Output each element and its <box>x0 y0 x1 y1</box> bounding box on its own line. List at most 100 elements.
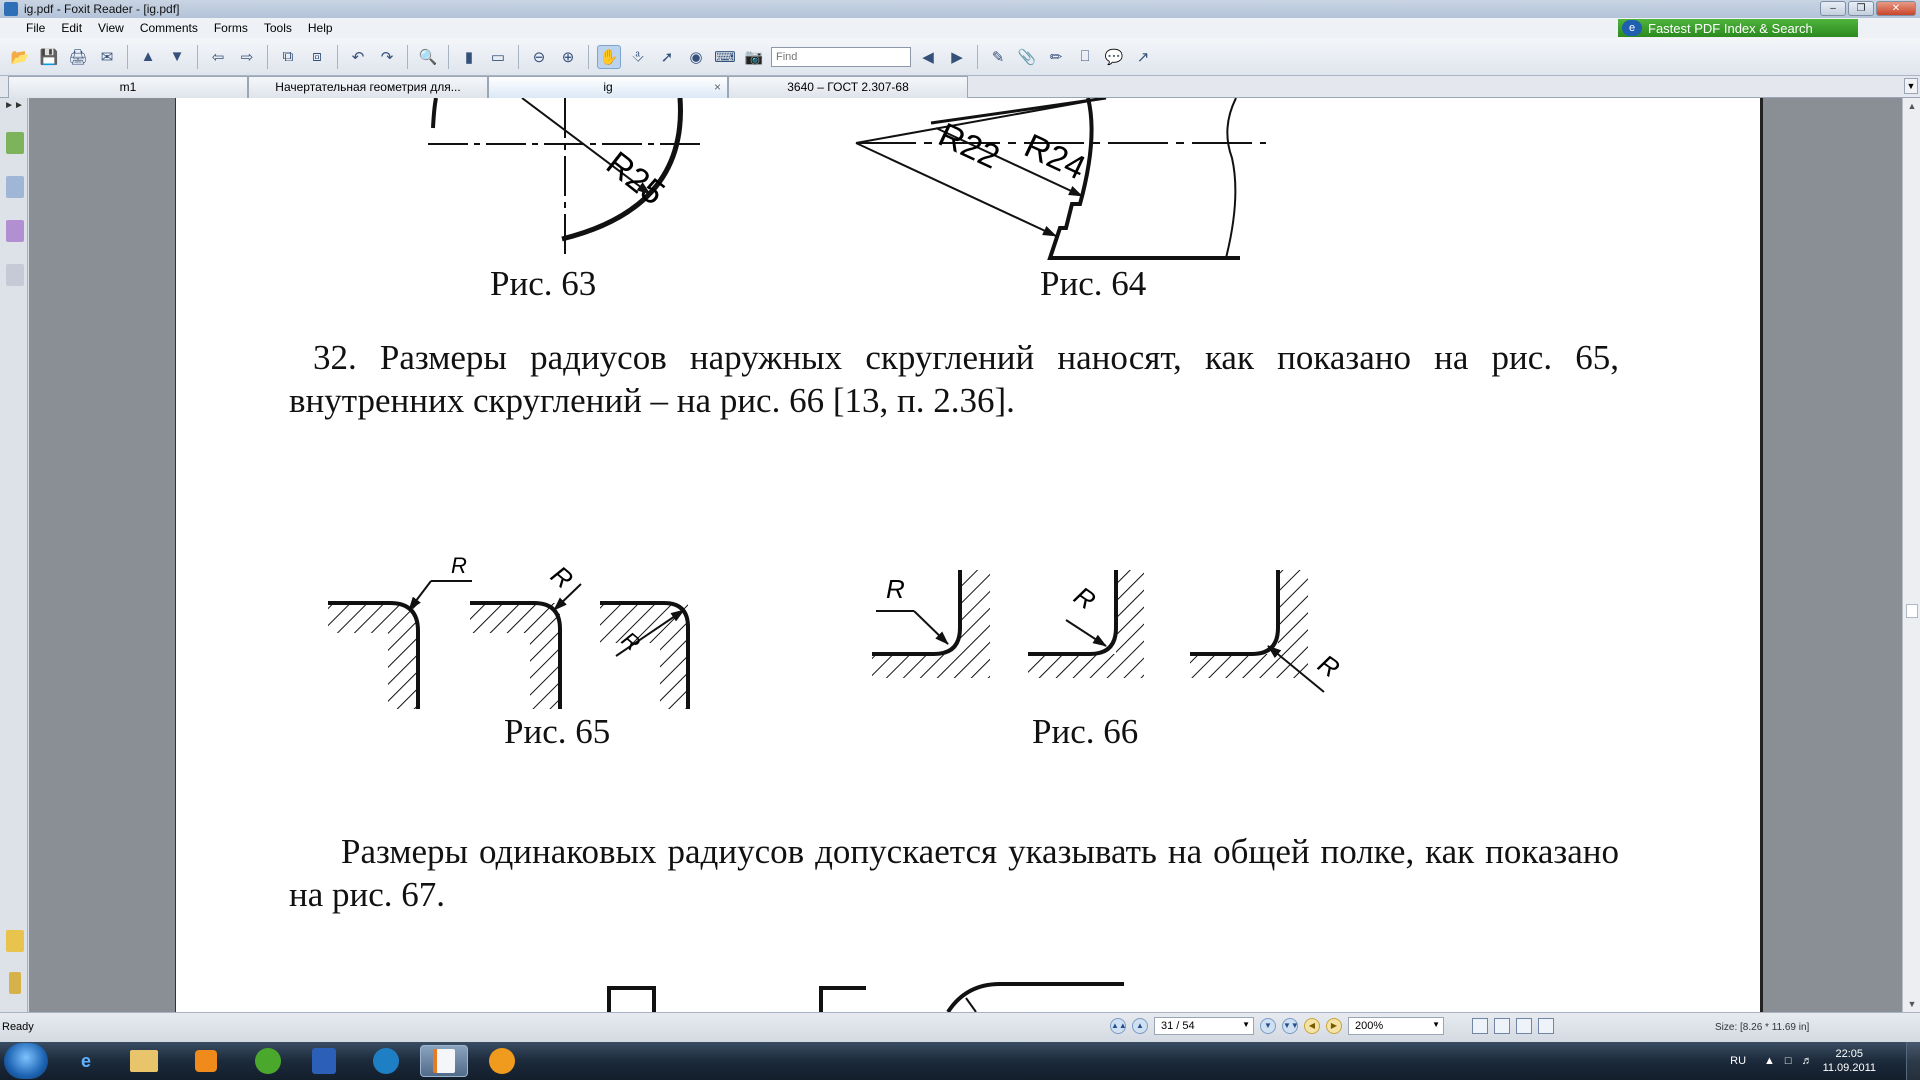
extract-page-icon[interactable]: ⧉ <box>276 45 300 69</box>
bookmarks-icon[interactable] <box>6 132 24 154</box>
comments-panel-icon[interactable] <box>6 930 24 952</box>
fit-width-icon[interactable]: ▮ <box>457 45 481 69</box>
close-button[interactable]: ✕ <box>1876 1 1916 16</box>
snapshot-icon[interactable]: 📷 <box>742 45 766 69</box>
tab-nachertatelnaya[interactable]: Начертательная геометрия для... <box>248 76 488 98</box>
start-button[interactable] <box>4 1043 48 1079</box>
facing-view-icon[interactable] <box>1516 1018 1532 1034</box>
insert-page-icon[interactable]: ⧈ <box>305 45 329 69</box>
utorrent-icon[interactable] <box>244 1045 292 1077</box>
network-icon[interactable]: □ <box>1785 1055 1792 1067</box>
find-input[interactable] <box>771 46 911 67</box>
zoom-level-field[interactable]: 200% ▼ <box>1348 1017 1444 1035</box>
save-icon[interactable]: 💾 <box>37 45 61 69</box>
menu-forms[interactable]: Forms <box>206 21 256 35</box>
foxit-reader-taskbar-icon[interactable] <box>420 1045 468 1077</box>
first-page-icon[interactable]: ▲▲ <box>1110 1018 1127 1034</box>
go-forward-icon[interactable]: ⇨ <box>235 45 259 69</box>
text-box-icon[interactable]: ⎕ <box>1073 45 1097 69</box>
open-folder-icon[interactable]: 📂 <box>8 45 32 69</box>
back-view-icon[interactable]: ◀ <box>1304 1018 1320 1034</box>
comment-tool-icon[interactable]: ✎ <box>986 45 1010 69</box>
find-previous-icon[interactable]: ◀ <box>916 45 940 69</box>
expand-panel-icon[interactable]: ►► <box>0 98 28 114</box>
vertical-scrollbar[interactable]: ▲ ▼ <box>1902 98 1920 1012</box>
prev-page-icon[interactable]: ▲ <box>1132 1018 1148 1034</box>
toolbar-separator <box>127 44 128 69</box>
last-page-icon[interactable]: ▼▼ <box>1282 1018 1299 1034</box>
note-icon[interactable]: 💬 <box>1102 45 1126 69</box>
find-binoculars-icon[interactable]: ◉ <box>684 45 708 69</box>
menu-view[interactable]: View <box>90 21 132 35</box>
volume-icon[interactable]: ♬ <box>1802 1055 1813 1067</box>
media-player-icon[interactable] <box>182 1045 230 1077</box>
zoom-out-icon[interactable]: ⊖ <box>527 45 551 69</box>
label-r-65b: R <box>545 560 579 595</box>
menu-comments[interactable]: Comments <box>132 21 206 35</box>
file-explorer-icon[interactable] <box>120 1045 168 1077</box>
kaspersky-icon[interactable] <box>362 1045 410 1077</box>
text-select-icon[interactable]: ⎀ <box>626 45 650 69</box>
fit-page-icon[interactable]: ▭ <box>486 45 510 69</box>
arrow-tool-icon[interactable]: ↗ <box>1131 45 1155 69</box>
attachments-panel-icon[interactable] <box>9 972 21 994</box>
next-page-status-icon[interactable]: ▼ <box>1260 1018 1276 1034</box>
layers-icon[interactable] <box>6 220 24 242</box>
window-controls: – ❐ ✕ <box>1820 1 1916 16</box>
pencil-tool-icon[interactable]: ✏ <box>1044 45 1068 69</box>
menu-file[interactable]: File <box>0 21 53 35</box>
chevron-down-icon[interactable]: ▼ <box>1432 1020 1440 1029</box>
toolbar-separator <box>588 44 589 69</box>
attachment-tool-icon[interactable]: 📎 <box>1015 45 1039 69</box>
internet-explorer-icon[interactable]: e <box>62 1045 110 1077</box>
foxit-app-icon[interactable] <box>4 2 18 16</box>
tab-list-dropdown[interactable]: ▼ <box>1904 78 1918 94</box>
scrollbar-thumb[interactable] <box>1906 604 1918 618</box>
next-page-icon[interactable]: ▼ <box>165 45 189 69</box>
show-desktop-button[interactable] <box>1906 1042 1920 1080</box>
continuous-facing-view-icon[interactable] <box>1538 1018 1554 1034</box>
tab-m1[interactable]: m1 <box>8 76 248 98</box>
single-page-view-icon[interactable] <box>1472 1018 1488 1034</box>
email-icon[interactable]: ✉ <box>95 45 119 69</box>
scroll-up-icon[interactable]: ▲ <box>1903 98 1920 114</box>
minimize-button[interactable]: – <box>1820 1 1846 16</box>
typewriter-icon[interactable]: ⌨ <box>713 45 737 69</box>
previous-page-icon[interactable]: ▲ <box>136 45 160 69</box>
zoom-tool-icon[interactable]: 🔍 <box>416 45 440 69</box>
menu-edit[interactable]: Edit <box>53 21 90 35</box>
toolbar-separator <box>197 44 198 69</box>
hand-tool-icon[interactable]: ✋ <box>597 44 621 69</box>
tab-gost[interactable]: 3640 – ГОСТ 2.307-68 <box>728 76 968 98</box>
continuous-view-icon[interactable] <box>1494 1018 1510 1034</box>
redo-icon[interactable]: ↷ <box>375 45 399 69</box>
select-arrow-icon[interactable]: ➚ <box>655 45 679 69</box>
tab-ig[interactable]: ig × <box>488 76 728 98</box>
document-view[interactable]: R25 R22 R24 R R R R R R Рис. 63 Рис. 64 … <box>29 98 1902 1012</box>
find-next-icon[interactable]: ▶ <box>945 45 969 69</box>
zoom-in-icon[interactable]: ⊕ <box>556 45 580 69</box>
search-logo-icon: e <box>1622 20 1642 36</box>
page-number-field[interactable]: 31 / 54 ▼ <box>1154 1017 1254 1035</box>
scroll-down-icon[interactable]: ▼ <box>1903 996 1920 1012</box>
signatures-icon[interactable] <box>6 264 24 286</box>
go-back-icon[interactable]: ⇦ <box>206 45 230 69</box>
print-icon[interactable]: 🖨 <box>66 45 90 69</box>
ad-banner[interactable]: e Fastest PDF Index & Search <box>1618 19 1858 37</box>
label-r-66c: R <box>1313 648 1346 683</box>
page-indicator: 31 / 54 <box>1161 1020 1195 1032</box>
menu-bar: File Edit View Comments Forms Tools Help… <box>0 18 1920 38</box>
tray-expand-icon[interactable]: ▲ <box>1764 1055 1775 1067</box>
menu-tools[interactable]: Tools <box>256 21 300 35</box>
language-indicator[interactable]: RU <box>1730 1055 1746 1067</box>
restore-button[interactable]: ❐ <box>1848 1 1874 16</box>
tab-close-icon[interactable]: × <box>714 77 721 97</box>
menu-help[interactable]: Help <box>300 21 341 35</box>
pages-icon[interactable] <box>6 176 24 198</box>
forward-view-icon[interactable]: ▶ <box>1326 1018 1342 1034</box>
mail-agent-icon[interactable] <box>478 1045 526 1077</box>
undo-icon[interactable]: ↶ <box>346 45 370 69</box>
taskbar-clock[interactable]: 22:05 11.09.2011 <box>1823 1047 1876 1075</box>
word-icon[interactable] <box>300 1045 348 1077</box>
chevron-down-icon[interactable]: ▼ <box>1242 1020 1250 1029</box>
